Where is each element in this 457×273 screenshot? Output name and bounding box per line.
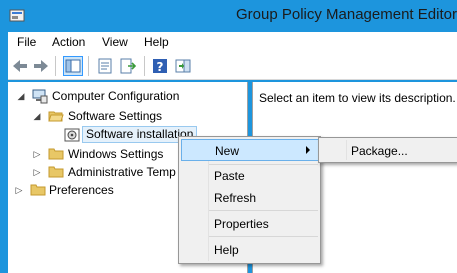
menu-item-properties[interactable]: Properties: [181, 213, 319, 235]
context-menu: New Paste Refresh Properties Help: [178, 136, 321, 264]
expand-arrow-icon[interactable]: ▷: [14, 185, 24, 195]
tree-item-computer-configuration[interactable]: ◢ Computer Configuration: [8, 87, 248, 105]
tree-label: Software Settings: [68, 109, 163, 123]
menu-item-refresh[interactable]: Refresh: [181, 187, 319, 209]
computer-icon: [32, 88, 48, 104]
folder-icon: [30, 182, 46, 198]
tree-label: Preferences: [49, 183, 114, 197]
tree-label: Windows Settings: [68, 147, 164, 161]
gpo-editor-app-icon[interactable]: [9, 8, 25, 24]
app-window: Group Policy Management Editor File Acti…: [0, 0, 457, 273]
new-submenu: Package...: [318, 137, 457, 163]
action-pane-icon[interactable]: [173, 56, 193, 76]
svg-text:?: ?: [157, 60, 164, 74]
help-icon[interactable]: ?: [150, 56, 170, 76]
menu-item-paste[interactable]: Paste: [181, 165, 319, 187]
back-icon[interactable]: [10, 56, 30, 76]
software-installation-icon: [64, 127, 80, 143]
menu-item-label: Refresh: [214, 191, 257, 205]
window-title: Group Policy Management Editor: [236, 6, 457, 23]
expand-arrow-icon[interactable]: ▷: [32, 149, 42, 159]
menu-item-label: New: [215, 144, 240, 158]
toolbar-separator: [88, 56, 89, 76]
toolbar-separator: [55, 56, 56, 76]
menu-item-package[interactable]: Package...: [351, 144, 408, 158]
title-bar[interactable]: Group Policy Management Editor: [0, 0, 457, 32]
folder-icon: [48, 146, 64, 162]
menu-file[interactable]: File: [17, 35, 36, 49]
folder-open-icon: [48, 108, 64, 124]
menu-separator: [209, 210, 318, 211]
menu-view[interactable]: View: [102, 35, 128, 49]
menu-gutter: [346, 140, 347, 160]
export-list-icon[interactable]: [118, 56, 138, 76]
menu-bar: File Action View Help: [8, 32, 457, 52]
collapse-arrow-icon[interactable]: ◢: [16, 91, 26, 101]
collapse-arrow-icon[interactable]: ◢: [32, 111, 42, 121]
tree-item-software-settings[interactable]: ◢ Software Settings: [8, 107, 248, 125]
menu-action[interactable]: Action: [52, 35, 85, 49]
menu-item-new[interactable]: New: [181, 139, 319, 161]
menu-item-help[interactable]: Help: [181, 239, 319, 261]
submenu-arrow-icon: [306, 146, 310, 154]
menu-item-label: Help: [214, 243, 239, 257]
tree-label: Administrative Temp: [68, 165, 176, 179]
tree-label: Computer Configuration: [52, 89, 180, 103]
expand-arrow-icon[interactable]: ▷: [32, 167, 42, 177]
toolbar: ?: [8, 52, 457, 80]
menu-item-label: Paste: [214, 169, 245, 183]
menu-item-label: Properties: [214, 217, 269, 231]
menu-separator: [209, 236, 318, 237]
show-hide-tree-icon[interactable]: [63, 56, 83, 76]
description-text: Select an item to view its description.: [259, 91, 456, 105]
menu-help[interactable]: Help: [144, 35, 169, 49]
properties-icon[interactable]: [95, 56, 115, 76]
toolbar-separator: [144, 56, 145, 76]
forward-icon[interactable]: [31, 56, 51, 76]
folder-icon: [48, 164, 64, 180]
